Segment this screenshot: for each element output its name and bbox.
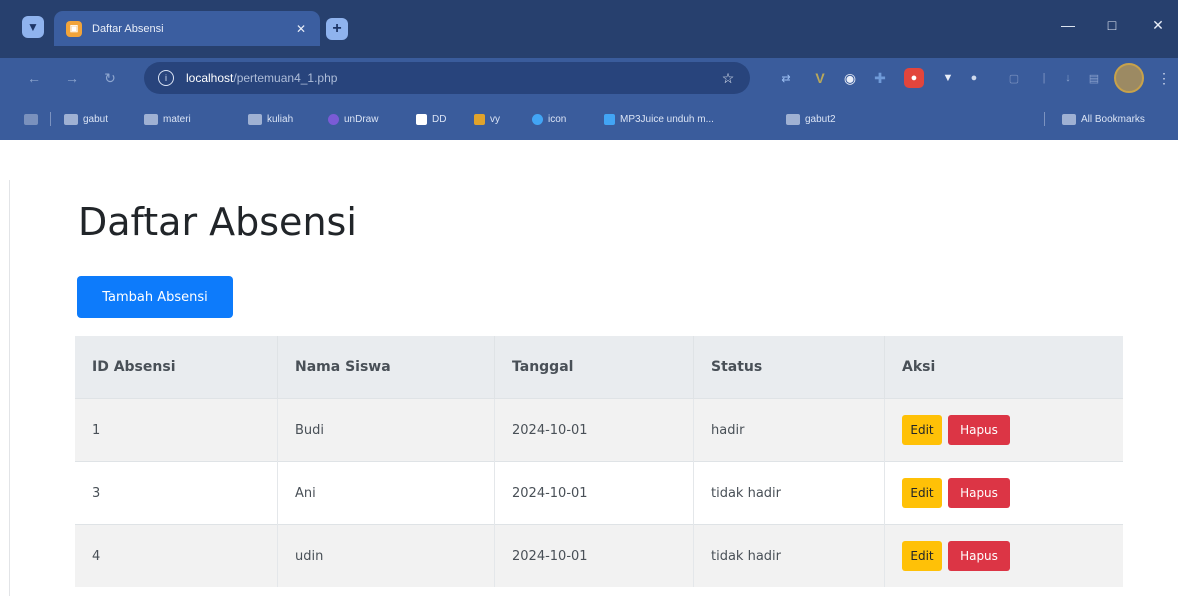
cell-nama: Budi (277, 398, 495, 462)
table-header-row: ID Absensi Nama Siswa Tanggal Status Aks… (75, 336, 1123, 399)
sidebar-icon[interactable]: ▤ (1084, 68, 1104, 88)
extension-pin-icon[interactable]: ● (964, 68, 984, 88)
cell-tanggal: 2024-10-01 (494, 398, 694, 462)
vy-icon (474, 113, 485, 125)
bookmark-vy[interactable]: vy (474, 111, 500, 127)
window-close-icon[interactable]: ✕ (1138, 12, 1178, 38)
cell-aksi: Edit Hapus (884, 398, 1123, 462)
mp3juice-icon (604, 113, 615, 125)
browser-tab[interactable]: ▣ Daftar Absensi ✕ (54, 11, 320, 46)
browser-toolbar: ← → ↻ i localhost/pertemuan4_1.php ☆ ⇄ V… (0, 58, 1178, 98)
edit-button[interactable]: Edit (902, 415, 942, 445)
page-left-edge (9, 180, 10, 596)
tab-title: Daftar Absensi (92, 22, 164, 35)
edit-button[interactable]: Edit (902, 541, 942, 571)
bookmark-separator (50, 112, 51, 126)
browser-chrome: ▼ ▣ Daftar Absensi ✕ + — □ ✕ ← → ↻ i loc… (0, 0, 1178, 140)
cell-id: 3 (75, 461, 278, 525)
bookmark-gabut2[interactable]: gabut2 (786, 111, 836, 127)
cell-tanggal: 2024-10-01 (494, 461, 694, 525)
extension-red-icon[interactable]: ● (904, 68, 924, 88)
add-attendance-button[interactable]: Tambah Absensi (77, 276, 233, 318)
table-row: 1 Budi 2024-10-01 hadir Edit Hapus (75, 398, 1123, 462)
url-text[interactable]: localhost/pertemuan4_1.php (186, 71, 718, 85)
cell-status: tidak hadir (693, 461, 885, 525)
menu-kebab-icon[interactable]: ⋮ (1154, 68, 1174, 88)
icon-site-icon (532, 113, 543, 125)
extension-v-icon[interactable]: V (810, 68, 830, 88)
header-aksi: Aksi (884, 336, 1123, 399)
delete-button[interactable]: Hapus (948, 478, 1010, 508)
delete-button[interactable]: Hapus (948, 415, 1010, 445)
extension-translate-icon[interactable]: ⇄ (776, 68, 796, 88)
cell-status: tidak hadir (693, 524, 885, 587)
header-tanggal: Tanggal (494, 336, 694, 399)
back-icon[interactable]: ← (24, 68, 44, 88)
bookmarks-bar: gabut materi kuliah unDraw DD vy icon MP… (0, 98, 1178, 140)
bookmark-dd[interactable]: DD (416, 111, 446, 127)
bookmark-mp3juice[interactable]: MP3Juice unduh m... (604, 111, 714, 127)
bookmark-gabut[interactable]: gabut (64, 111, 108, 127)
bookmark-icon[interactable]: icon (532, 111, 566, 127)
cell-id: 1 (75, 398, 278, 462)
cell-aksi: Edit Hapus (884, 524, 1123, 587)
delete-button[interactable]: Hapus (948, 541, 1010, 571)
folder-icon (786, 113, 800, 125)
extensions-puzzle-icon[interactable]: ▢ (1004, 68, 1024, 88)
extension-circle-icon[interactable]: ◉ (840, 68, 860, 88)
cell-id: 4 (75, 524, 278, 587)
cell-nama: Ani (277, 461, 495, 525)
header-status: Status (693, 336, 885, 399)
undraw-icon (328, 113, 339, 125)
bookmark-star-icon[interactable]: ☆ (718, 68, 738, 88)
minimize-icon[interactable]: — (1048, 12, 1088, 38)
page-title: Daftar Absensi (78, 200, 357, 244)
forward-icon[interactable]: → (62, 68, 82, 88)
profile-avatar[interactable] (1114, 63, 1144, 93)
reload-icon[interactable]: ↻ (100, 68, 120, 88)
all-bookmarks[interactable]: All Bookmarks (1062, 111, 1145, 127)
bookmark-kuliah[interactable]: kuliah (248, 111, 293, 127)
tab-favicon-icon: ▣ (66, 20, 82, 37)
bookmark-separator (1044, 112, 1045, 126)
cell-status: hadir (693, 398, 885, 462)
address-bar[interactable]: i localhost/pertemuan4_1.php ☆ (144, 62, 750, 94)
new-tab-button[interactable]: + (326, 18, 348, 40)
bookmark-materi[interactable]: materi (144, 111, 191, 127)
extension-shield-icon[interactable]: ▼ (938, 68, 958, 88)
dd-icon (416, 113, 427, 125)
maximize-icon[interactable]: □ (1092, 12, 1132, 38)
cell-nama: udin (277, 524, 495, 587)
folder-icon (248, 113, 262, 125)
table-row: 3 Ani 2024-10-01 tidak hadir Edit Hapus (75, 461, 1123, 525)
extension-grid-icon[interactable]: ✚ (870, 68, 890, 88)
attendance-table: ID Absensi Nama Siswa Tanggal Status Aks… (75, 336, 1123, 587)
cell-aksi: Edit Hapus (884, 461, 1123, 525)
tab-search-icon[interactable]: ▼ (22, 16, 44, 38)
site-info-icon[interactable]: i (158, 70, 174, 86)
table-row: 4 udin 2024-10-01 tidak hadir Edit Hapus (75, 524, 1123, 587)
edit-button[interactable]: Edit (902, 478, 942, 508)
header-nama: Nama Siswa (277, 336, 495, 399)
cell-tanggal: 2024-10-01 (494, 524, 694, 587)
apps-grid-icon[interactable] (24, 111, 43, 127)
download-icon[interactable]: ↓ (1058, 68, 1078, 88)
folder-icon (64, 113, 78, 125)
bookmark-undraw[interactable]: unDraw (328, 111, 378, 127)
header-id: ID Absensi (75, 336, 278, 399)
tab-bar: ▼ ▣ Daftar Absensi ✕ + — □ ✕ (0, 0, 1178, 58)
folder-icon (144, 113, 158, 125)
toolbar-divider-icon: | (1042, 72, 1046, 84)
folder-icon (1062, 113, 1076, 125)
tab-close-icon[interactable]: ✕ (292, 20, 310, 38)
